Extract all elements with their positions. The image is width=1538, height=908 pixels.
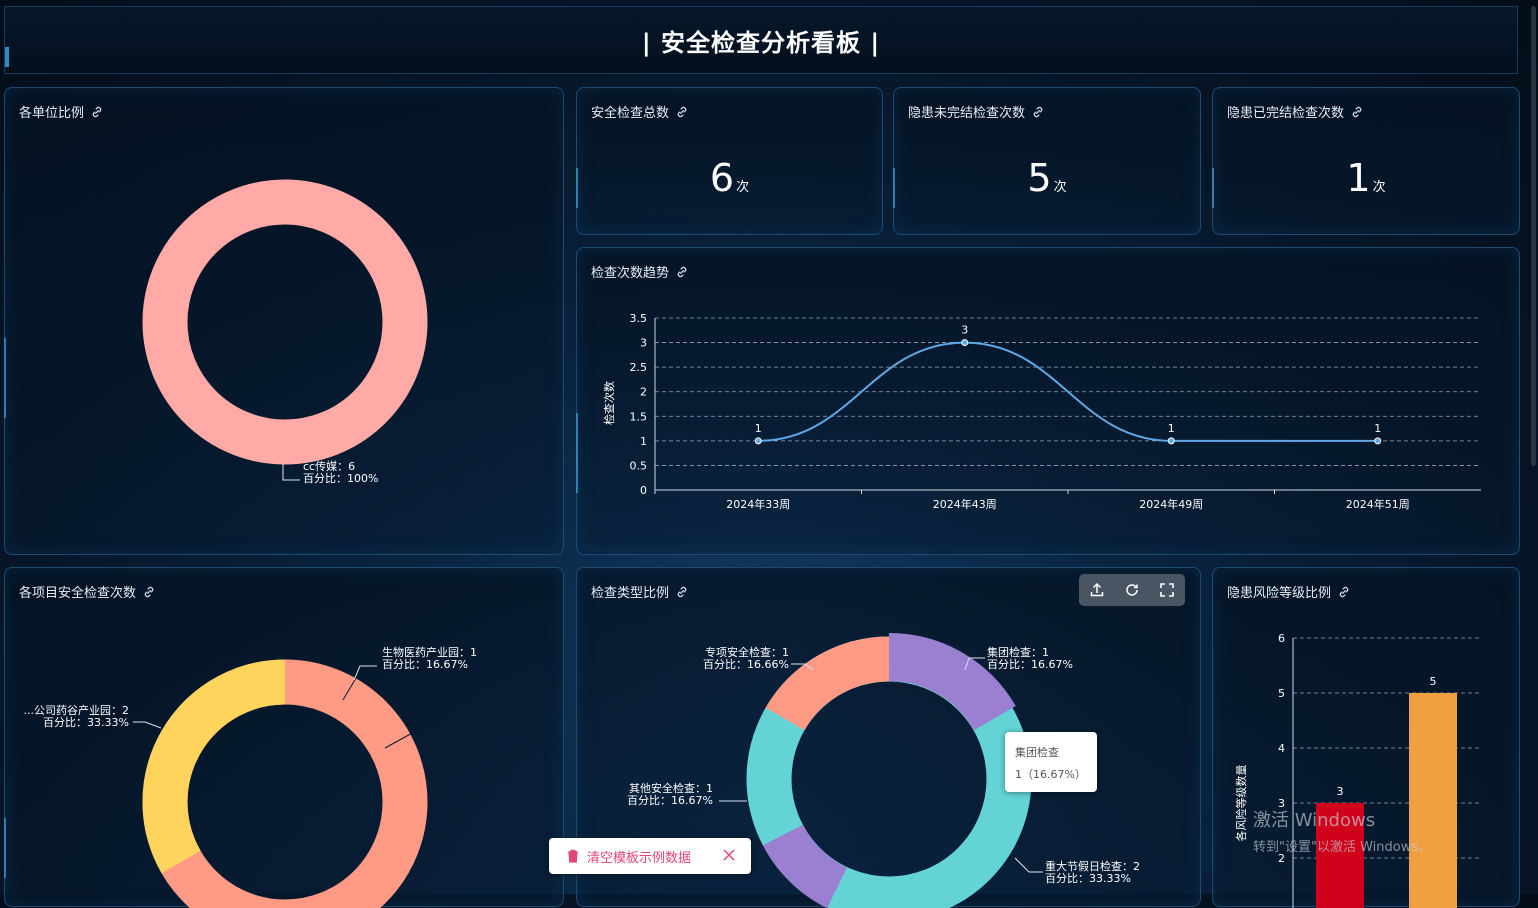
panel-kpi-closed: 隐患已完结检查次数 1次 [1212,87,1520,235]
y-tick-label: 2.5 [630,361,648,374]
data-label: 百分比：33.33% [43,716,129,729]
data-label: 百分比：16.67% [987,658,1073,671]
donut-slice-jituan[interactable] [888,632,1016,731]
page-title: | 安全检查分析看板 | [641,29,881,57]
panel-title-text: 安全检查总数 [591,106,670,121]
panel-kpi-total: 安全检查总数 6次 [576,87,883,235]
panel-unit-ratio: 各单位比例 cc传媒：6 百分比：100% [4,87,564,555]
y-tick-label: 0.5 [630,459,648,472]
y-tick-label: 3 [640,337,647,350]
y-tick-label: 0 [640,484,647,497]
windows-activation-watermark: 激活 Windows 转到"设置"以激活 Windows。 [1253,806,1431,855]
panel-title: 隐患未完结检查次数 [908,102,1045,121]
bar [1409,693,1457,908]
data-point [754,437,762,445]
clear-sample-data-button[interactable]: 清空模板示例数据 [549,838,751,874]
x-tick-label: 2024年43周 [933,497,997,511]
page-scrollbar[interactable] [1531,6,1536,466]
tooltip-value: 1（16.67%） [1015,768,1086,781]
bar-value-label: 3 [1337,785,1344,798]
y-tick-label: 1 [640,435,647,448]
y-axis-label: 检查次数 [602,381,616,425]
kpi-number: 5 [1027,156,1052,200]
y-axis-label: 各风险等级数量 [1234,765,1248,842]
x-tick-label: 2024年49周 [1139,497,1203,511]
kpi-value: 6次 [577,156,882,200]
data-label: 集团检查：1 [987,645,1049,659]
panel-project: 各项目安全检查次数 生物医药产业园：1 百分比：16.67% ...公司药谷产业… [4,567,564,908]
data-label: 百分比：16.67% [627,794,713,807]
unit-ratio-chart: cc传媒：6 百分比：100% [142,179,428,485]
data-label: 1 [1168,422,1175,435]
x-tick-label: 2024年33周 [726,497,790,511]
data-label: 生物医药产业园：1 [382,645,477,659]
data-point [961,339,969,347]
label-leader-line [353,665,377,681]
watermark-line-1: 激活 Windows [1253,810,1376,831]
kpi-number: 6 [709,156,735,200]
kpi-unit: 次 [1372,180,1386,195]
donut-slice-purple-bottom[interactable] [762,824,848,908]
pie-slice-cc[interactable] [142,179,428,465]
clear-button-label: 清空模板示例数据 [587,850,692,866]
kpi-value: 5次 [894,156,1200,200]
x-tick-label: 2024年51周 [1346,497,1410,511]
data-label: 百分比：16.66% [703,658,789,671]
panel-risk: 隐患风险等级比例 各风险等级数量 2345635 [1212,567,1520,908]
y-tick-label: 4 [1278,742,1285,755]
dashboard-header: | 安全检查分析看板 | [4,6,1518,74]
kpi-unit: 次 [1053,180,1067,195]
kpi-number: 1 [1346,156,1371,200]
donut-slice-zhuanxiang[interactable] [765,636,890,731]
link-icon[interactable] [1350,105,1364,119]
data-label: 其他安全检查：1 [629,781,713,795]
trash-icon [568,849,578,863]
label-leader-line [133,721,162,729]
panel-title-text: 隐患未完结检查次数 [908,106,1026,121]
y-tick-label: 1.5 [630,410,648,423]
data-point [1374,437,1382,445]
tooltip-title: 集团检查 [1015,746,1059,759]
link-icon[interactable] [1031,105,1045,119]
data-label: 3 [961,324,968,337]
bar-value-label: 5 [1430,675,1437,688]
data-point [1167,437,1175,445]
risk-bar-chart: 各风险等级数量 2345635 [1234,632,1481,908]
data-label: 百分比：16.67% [382,658,468,671]
label-leader-line [282,464,300,481]
trend-line-chart: 检查次数 0 0.5 1 1.5 2 2.5 3 3.5 2024年33周 2024年43周 202… [602,312,1481,511]
project-pie-chart: 生物医药产业园：1 百分比：16.67% ...公司药谷产业园：2 百分比：33… [24,645,477,908]
label-leader-line [1014,857,1043,873]
panel-title: 隐患已完结检查次数 [1227,102,1364,121]
panel-title-text: 隐患已完结检查次数 [1227,106,1345,121]
link-icon[interactable] [675,105,689,119]
chart-tooltip: 集团检查 1（16.67%） [1005,732,1097,792]
pie-slice-yaoguchanye[interactable] [142,659,286,874]
panel-trend: 检查次数趋势 检查次数 0 0.5 1 1.5 2 2.5 3 3.5 2024年33周 2024… [576,247,1520,555]
data-label: 1 [1374,422,1381,435]
data-label: 百分比：100% [303,472,378,485]
panel-kpi-open: 隐患未完结检查次数 5次 [893,87,1201,235]
kpi-value: 1次 [1213,156,1519,200]
panel-title: 安全检查总数 [591,102,689,121]
data-label: 重大节假日检查：2 [1045,859,1140,873]
y-tick-label: 5 [1278,687,1285,700]
y-tick-label: 2 [640,386,647,399]
close-icon[interactable] [721,847,737,863]
data-label: 百分比：33.33% [1045,872,1131,885]
data-label: 专项安全检查：1 [705,645,789,659]
y-tick-label: 6 [1278,632,1285,645]
kpi-unit: 次 [736,180,750,195]
watermark-line-2: 转到"设置"以激活 Windows。 [1253,840,1432,855]
data-label: 1 [755,422,762,435]
y-tick-label: 3.5 [630,312,648,325]
data-label: ...公司药谷产业园：2 [24,703,130,717]
